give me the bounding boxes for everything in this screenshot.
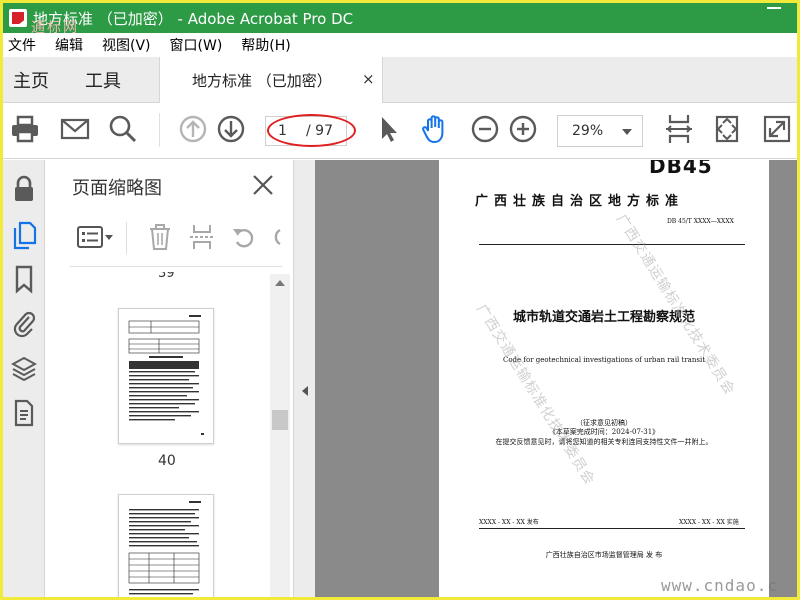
- tab-document-label: 地方标准 （已加密）: [192, 72, 332, 90]
- attachment-icon[interactable]: [11, 308, 37, 338]
- layers-icon[interactable]: [11, 354, 37, 384]
- tab-tools[interactable]: 工具: [85, 67, 121, 93]
- page-down-icon[interactable]: [215, 113, 247, 145]
- standard-category: 广西壮族自治区地方标准: [475, 194, 685, 209]
- email-icon[interactable]: [59, 113, 91, 145]
- annotation-oval: [267, 114, 356, 147]
- zoom-in-icon[interactable]: [507, 113, 539, 145]
- page-thumbnails-icon[interactable]: [11, 220, 37, 250]
- thumbnail-page-41[interactable]: [118, 494, 214, 597]
- app-window: 地方标准 （已加密） - Adobe Acrobat Pro DC 通标网 文件…: [0, 0, 800, 600]
- thumbnail-page-content: [128, 501, 201, 595]
- document-content-icon[interactable]: [11, 398, 37, 428]
- tab-bar: 主页 工具 地方标准 （已加密） ×: [3, 57, 797, 104]
- collapse-panel-icon[interactable]: [302, 386, 308, 396]
- fullscreen-icon[interactable]: [761, 113, 793, 145]
- site-watermark: www.cndao.c: [661, 576, 778, 595]
- menu-bar: 文件 编辑 视图(V) 窗口(W) 帮助(H): [3, 33, 797, 57]
- menu-file[interactable]: 文件: [5, 35, 36, 55]
- pane-splitter[interactable]: [293, 160, 315, 597]
- patent-note: 在提交反馈意见时，请将您知道的相关专利连同支持性文件一并附上。: [495, 438, 713, 446]
- thumbnail-page-content: [128, 315, 204, 435]
- close-tab-icon[interactable]: ×: [362, 70, 375, 88]
- menu-window[interactable]: 窗口(W): [167, 35, 223, 55]
- standard-code: DB45: [649, 160, 713, 178]
- zoom-select[interactable]: 29%: [557, 115, 643, 147]
- watermark-diagonal-1: 广西交通运输标准化技术委员会: [612, 211, 738, 399]
- delete-page-icon[interactable]: [146, 222, 174, 252]
- full-page-icon[interactable]: [711, 113, 743, 145]
- menu-help[interactable]: 帮助(H): [238, 35, 290, 55]
- panel-title: 页面缩略图: [72, 178, 162, 199]
- draft-completion-date: 《本草案完成时间：2024-07-31》: [548, 428, 660, 436]
- minimize-button[interactable]: [767, 7, 781, 9]
- toolbar: 1 / 97 29%: [3, 103, 797, 159]
- left-navigation-rail: [3, 160, 45, 597]
- header-rule: [479, 244, 745, 245]
- zoom-out-icon[interactable]: [469, 113, 501, 145]
- close-panel-icon[interactable]: [250, 172, 276, 198]
- thumbnail-options-icon[interactable]: [76, 222, 116, 252]
- toolbar-separator: [159, 113, 160, 147]
- panel-divider: [70, 266, 282, 267]
- standard-number: DB 45/T XXXX—XXXX: [667, 218, 734, 225]
- tab-document[interactable]: 地方标准 （已加密） ×: [159, 57, 383, 104]
- menu-edit[interactable]: 编辑: [52, 35, 83, 55]
- extract-page-icon[interactable]: [188, 222, 216, 252]
- document-page: DB45 广西壮族自治区地方标准 DB 45/T XXXX—XXXX 城市轨道交…: [439, 160, 769, 597]
- zoom-value: 29%: [572, 123, 604, 139]
- menu-view[interactable]: 视图(V): [99, 35, 151, 55]
- tab-home[interactable]: 主页: [13, 67, 49, 93]
- lock-icon[interactable]: [11, 174, 37, 204]
- publish-date: XXXX - XX - XX 发布: [479, 519, 539, 526]
- thumbnails-scrollbar[interactable]: [270, 274, 290, 597]
- window-title: 地方标准 （已加密） - Adobe Acrobat Pro DC: [33, 9, 354, 28]
- select-arrow-icon[interactable]: [373, 113, 405, 145]
- fit-width-icon[interactable]: [663, 113, 695, 145]
- rotate-right-icon[interactable]: [268, 222, 282, 252]
- bookmark-icon[interactable]: [11, 264, 37, 294]
- panel-toolbar-separator: [126, 222, 127, 254]
- chevron-down-icon: [622, 129, 632, 135]
- print-icon[interactable]: [9, 113, 41, 145]
- acrobat-logo-icon: [9, 9, 27, 27]
- thumbnails-panel: 页面缩略图 39 40: [56, 160, 293, 597]
- page-up-icon[interactable]: [177, 113, 209, 145]
- scrollbar-thumb[interactable]: [272, 410, 288, 430]
- search-icon[interactable]: [107, 113, 139, 145]
- issuing-authority: 广西壮族自治区市场监督管理局 发 布: [545, 551, 663, 559]
- thumbnail-label-39: 39: [158, 266, 175, 281]
- title-bar: 地方标准 （已加密） - Adobe Acrobat Pro DC: [3, 3, 797, 33]
- thumbnail-label-40: 40: [158, 453, 176, 469]
- implement-date: XXXX - XX - XX 实施: [679, 519, 739, 526]
- footer-rule: [479, 528, 745, 529]
- scroll-up-icon[interactable]: [275, 280, 285, 286]
- thumbnail-page-40[interactable]: [118, 308, 214, 444]
- watermark-diagonal-2: 广西交通运输标准化技术委员会: [472, 301, 598, 489]
- hand-tool-icon[interactable]: [419, 113, 451, 145]
- rotate-left-icon[interactable]: [230, 222, 258, 252]
- document-view[interactable]: DB45 广西壮族自治区地方标准 DB 45/T XXXX—XXXX 城市轨道交…: [315, 160, 797, 597]
